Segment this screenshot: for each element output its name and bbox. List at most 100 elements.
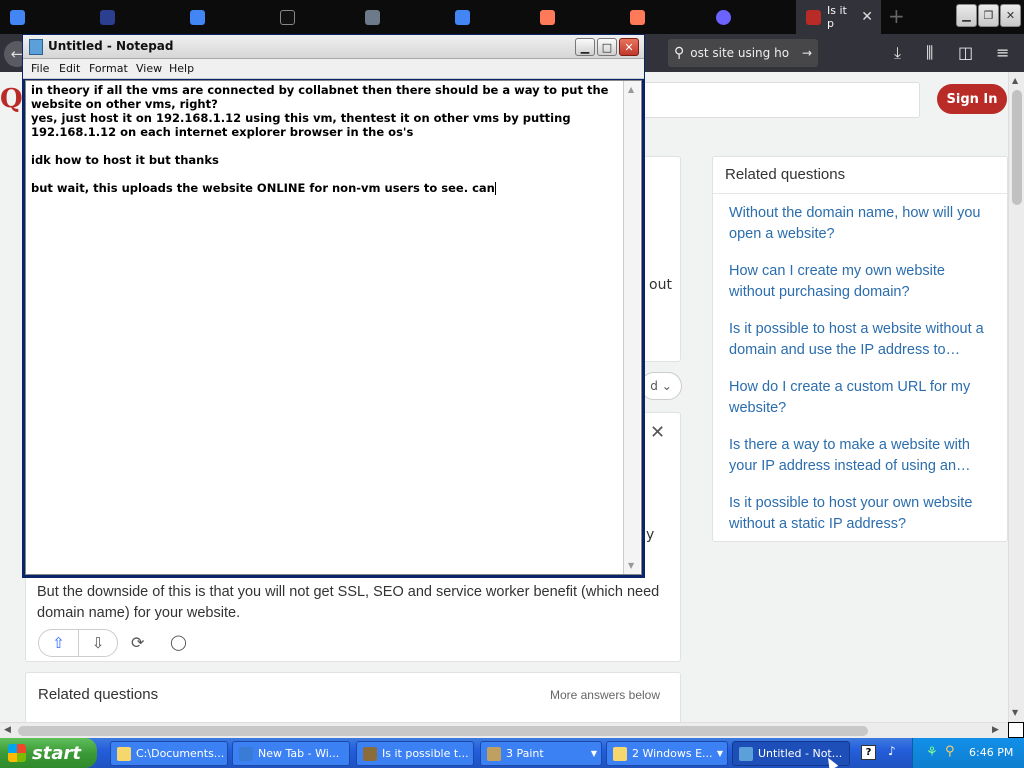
browser-tab[interactable] [0,0,90,34]
menu-format[interactable]: Format [89,62,128,75]
menu-help[interactable]: Help [169,62,194,75]
scroll-right-arrow-icon[interactable]: ▶ [992,725,999,735]
answer-text-fragment: y [646,527,655,543]
paint-icon [487,746,501,761]
browser-tab[interactable] [90,0,180,34]
notepad-title-bar[interactable]: Untitled - Notepad ▁ □ ✕ [23,35,644,59]
taskbar-button-label: 2 Windows E... [632,747,713,760]
page-vertical-scrollbar[interactable]: ▲ ▼ [1008,72,1024,722]
downvote-arrow-icon: ⇩ [91,634,105,652]
sort-dropdown[interactable]: d ⌄ [640,372,682,400]
related-question-link[interactable]: How do I create a custom URL for my webs… [729,377,994,419]
more-answers-label: More answers below [549,688,660,702]
browser-tab[interactable] [706,0,796,34]
window-title: Untitled - Notepad [48,39,174,53]
taskbar-button[interactable]: New Tab - Wi... [232,741,350,766]
browser-tab[interactable] [270,0,360,34]
tab-favicon-icon [10,9,25,25]
taskbar-button-label: C:\Documents... [136,747,225,760]
network-icon[interactable]: ⚘ [926,745,938,760]
close-button[interactable]: ✕ [619,38,639,56]
related-questions-bottom-card: Related questions More answers below [25,672,681,722]
browser-tab[interactable] [180,0,270,34]
sign-in-button[interactable]: Sign In [937,84,1007,114]
upvote-button[interactable]: ⇧ [38,629,78,657]
page-horizontal-scrollbar[interactable]: ◀ ▶ [0,722,1008,738]
search-icon[interactable]: ⚲ [945,744,955,759]
answer-text: But the downside of this is that you wil… [37,584,660,621]
tab-favicon-icon [100,9,115,25]
notepad-text-area[interactable]: in theory if all the vms are connected b… [25,80,642,575]
close-icon[interactable]: ✕ [650,422,665,443]
new-tab-button[interactable]: + [888,4,905,28]
taskbar-button-label: New Tab - Wi... [258,747,340,760]
notepad-icon [739,746,753,761]
menu-file[interactable]: File [31,62,49,75]
taskbar-button[interactable]: C:\Documents... [110,741,228,766]
sidebar-icon[interactable]: ◫ [958,43,973,62]
related-question-link[interactable]: How can I create my own website without … [729,261,994,303]
notepad-menu-bar: File Edit Format View Help [23,59,644,79]
folder-icon [117,746,131,761]
scroll-left-arrow-icon[interactable]: ◀ [4,725,11,735]
go-arrow-icon[interactable]: → [802,46,812,60]
speaker-icon[interactable]: ♪ [888,744,896,758]
tab-favicon-icon [365,9,380,25]
clock[interactable]: 6:46 PM [969,746,1013,759]
related-question-link[interactable]: Is it possible to host a website without… [729,319,994,361]
browser-icon [363,746,377,761]
menu-view[interactable]: View [136,62,162,75]
downvote-button[interactable]: ⇩ [78,629,118,657]
browser-tab-strip: Is it p ✕ + ▁ ❐ ✕ [0,0,1024,34]
scrollbar-corner [1008,722,1024,738]
scroll-up-arrow-icon[interactable]: ▲ [1012,76,1018,85]
window-minimize-button[interactable]: ▁ [956,4,977,27]
tab-favicon-icon [630,9,645,25]
taskbar-button-label: 3 Paint [506,747,544,760]
menu-edit[interactable]: Edit [59,62,80,75]
menu-icon[interactable]: ≡ [996,43,1009,62]
scrollbar-thumb[interactable] [18,726,868,736]
related-question-link[interactable]: Is it possible to host your own website … [729,493,994,535]
notepad-vertical-scrollbar[interactable]: ▲ ▼ [623,81,640,574]
address-bar-text: ost site using ho [690,46,790,60]
scroll-down-arrow-icon[interactable]: ▼ [1012,708,1018,717]
related-questions-sidebar: Related questions Without the domain nam… [712,156,1008,542]
download-icon[interactable]: ⤓ [894,43,901,63]
comment-icon[interactable]: ◯ [170,633,187,651]
scrollbar-thumb[interactable] [1012,90,1022,205]
address-bar[interactable]: ⚲ ost site using ho → [668,39,818,67]
system-tray: ⚘ ⚲ 6:46 PM [912,738,1024,768]
notepad-window[interactable]: Untitled - Notepad ▁ □ ✕ File Edit Forma… [22,34,645,578]
tab-favicon-icon [280,9,295,25]
taskbar-button-label: Is it possible t... [382,747,469,760]
help-icon[interactable]: ? [861,745,876,760]
page-search-input[interactable] [640,82,920,118]
browser-tab-active[interactable]: Is it p ✕ [796,0,881,34]
browser-tab[interactable] [355,0,445,34]
browser-tab[interactable] [620,0,710,34]
window-restore-button[interactable]: ❐ [978,4,999,27]
browser-tab[interactable] [445,0,535,34]
related-question-link[interactable]: Without the domain name, how will you op… [729,203,994,245]
question-text-fragment: out [649,277,672,293]
window-close-button[interactable]: ✕ [1000,4,1021,27]
chevron-down-icon: ▼ [590,749,597,758]
tab-favicon-icon [540,9,555,25]
taskbar-group-button[interactable]: 2 Windows E... ▼ [606,741,728,766]
scroll-down-arrow-icon[interactable]: ▼ [628,561,634,570]
windows-taskbar: start C:\Documents... New Tab - Wi... Is… [0,738,1024,768]
notepad-text[interactable]: in theory if all the vms are connected b… [31,83,621,195]
browser-tab[interactable] [530,0,620,34]
related-question-link[interactable]: Is there a way to make a website with yo… [729,435,994,477]
tab-close-icon[interactable]: ✕ [861,9,873,25]
taskbar-button[interactable]: Is it possible t... [356,741,474,766]
share-icon[interactable]: ⟳ [131,633,144,652]
taskbar-group-button[interactable]: 3 Paint ▼ [480,741,602,766]
minimize-button[interactable]: ▁ [575,38,595,56]
library-icon[interactable]: ⫼ [926,43,933,63]
scroll-up-arrow-icon[interactable]: ▲ [628,85,634,94]
maximize-button[interactable]: □ [597,38,617,56]
start-button[interactable]: start [0,738,97,768]
quora-logo[interactable]: Q [0,84,23,114]
